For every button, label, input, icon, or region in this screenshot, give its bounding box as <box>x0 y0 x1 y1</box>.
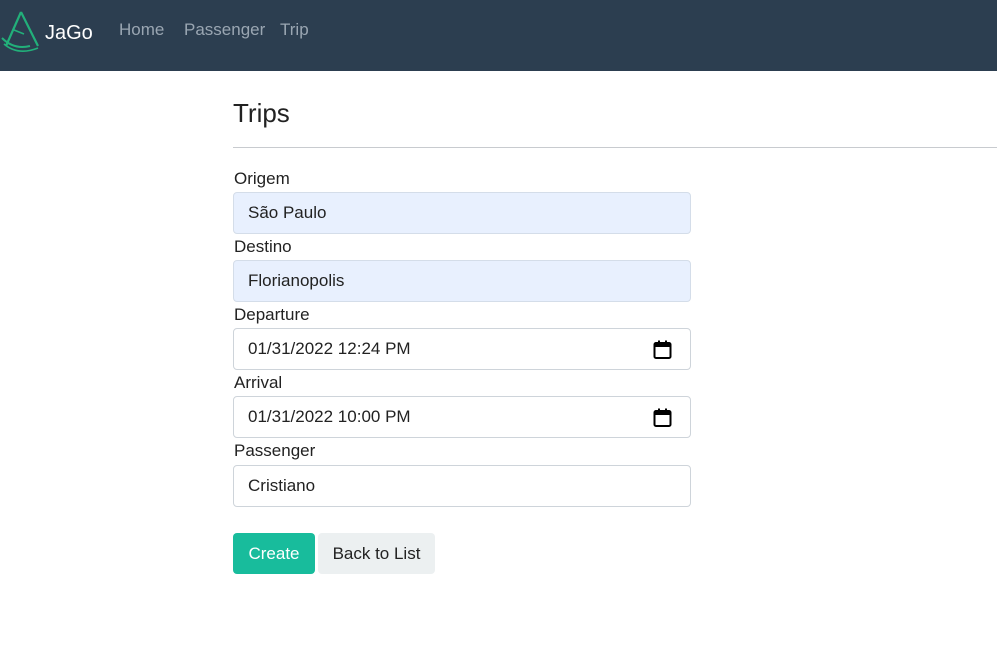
departure-label: Departure <box>234 305 310 324</box>
passenger-value: Cristiano <box>248 476 316 495</box>
navbar: JaGo Home Passenger Trip <box>0 0 997 71</box>
destination-value: Florianopolis <box>248 271 345 290</box>
calendar-icon[interactable] <box>653 408 672 427</box>
arrival-label: Arrival <box>234 373 283 392</box>
title-divider <box>233 147 997 148</box>
destination-input[interactable]: Florianopolis <box>233 260 691 302</box>
nav-link-home[interactable]: Home <box>119 20 164 40</box>
back-to-list-button[interactable]: Back to List <box>318 533 435 574</box>
destination-label: Destino <box>234 237 292 256</box>
triangle-logo-icon <box>0 8 42 56</box>
arrival-input[interactable]: 01/31/2022 10:00 PM <box>233 396 691 438</box>
brand-name: JaGo <box>45 21 93 44</box>
nav-link-passenger[interactable]: Passenger <box>184 20 265 40</box>
brand-link[interactable]: JaGo <box>0 8 93 56</box>
calendar-icon[interactable] <box>653 340 672 359</box>
create-button[interactable]: Create <box>233 533 315 574</box>
origin-input[interactable]: São Paulo <box>233 192 691 234</box>
origin-value: São Paulo <box>248 203 327 222</box>
passenger-select[interactable]: Cristiano <box>233 465 691 507</box>
arrival-value: 01/31/2022 10:00 PM <box>248 407 411 426</box>
passenger-label: Passenger <box>234 441 316 460</box>
origin-label: Origem <box>234 169 290 188</box>
page-title: Trips <box>233 98 290 128</box>
nav-link-trip[interactable]: Trip <box>280 20 309 40</box>
departure-input[interactable]: 01/31/2022 12:24 PM <box>233 328 691 370</box>
departure-value: 01/31/2022 12:24 PM <box>248 339 411 358</box>
